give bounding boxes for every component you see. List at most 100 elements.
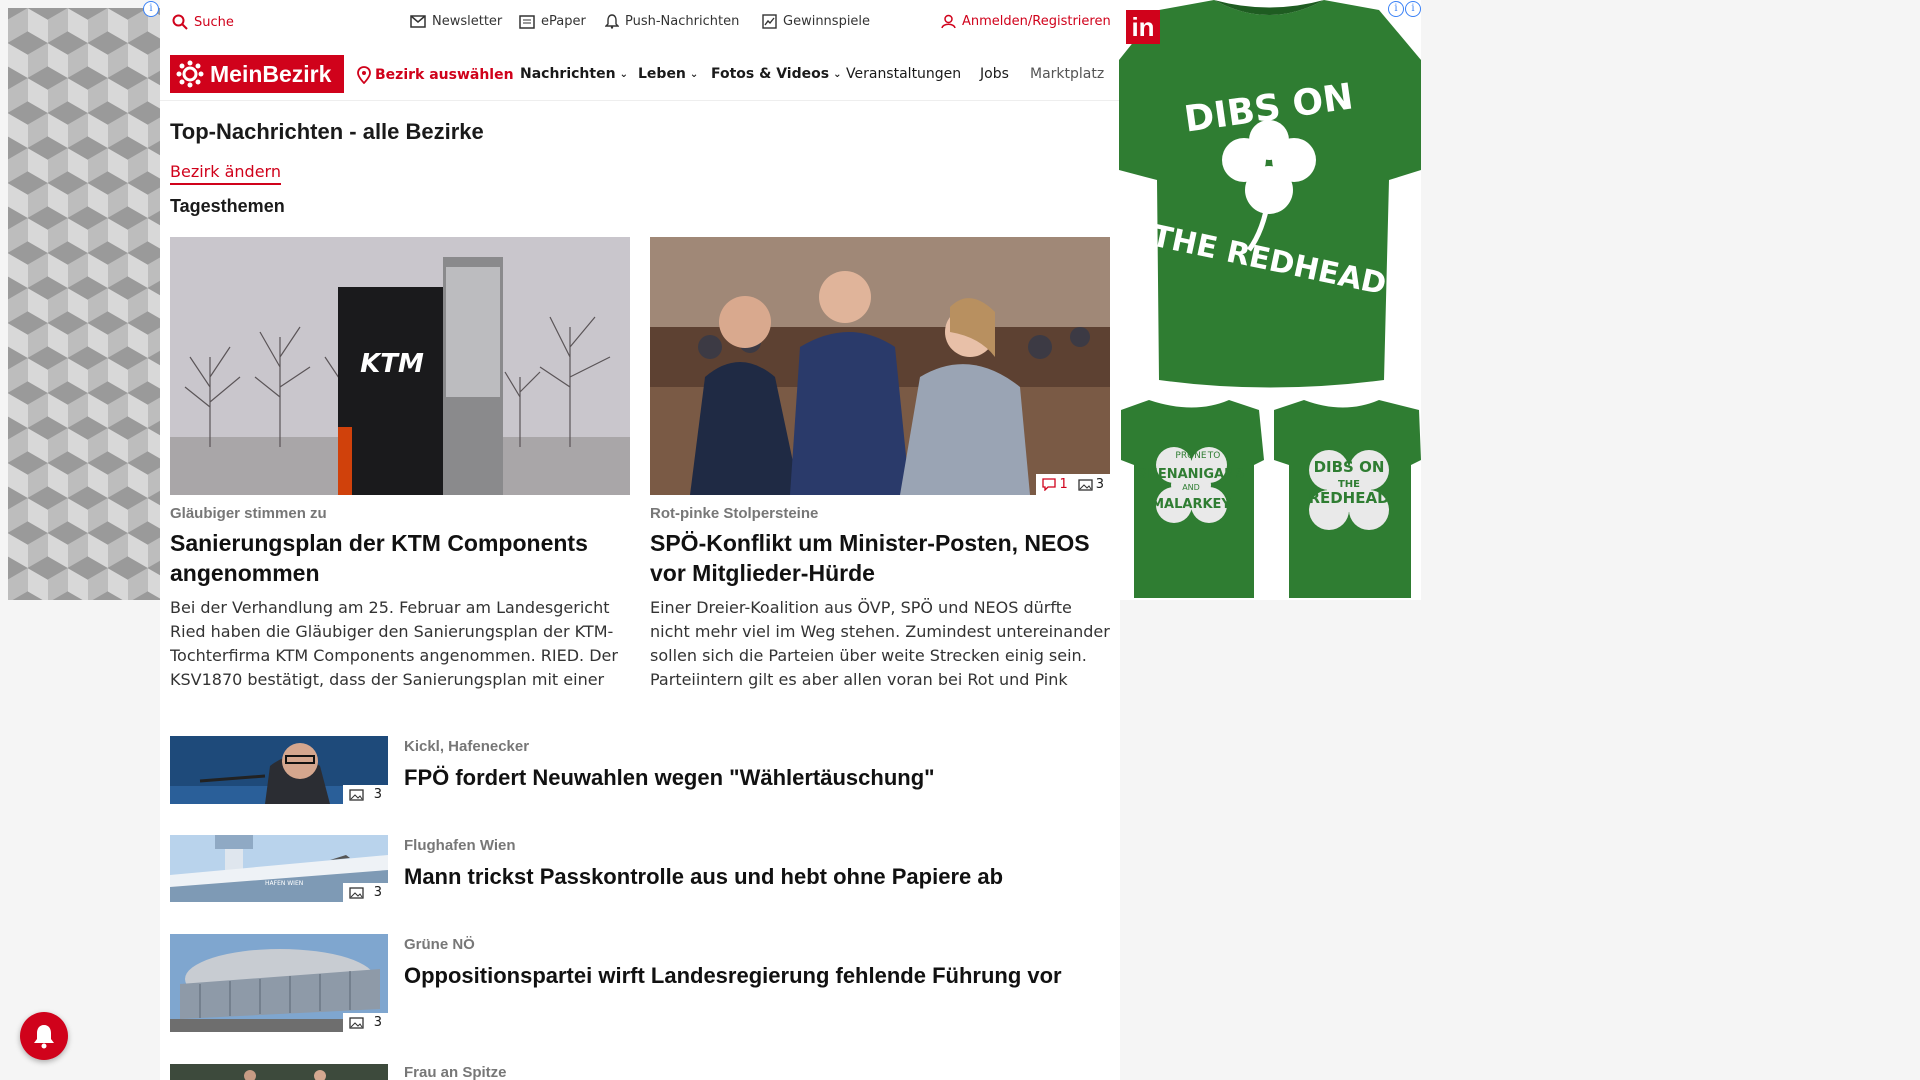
page-title: Top-Nachrichten - alle Bezirke: [170, 119, 484, 144]
article-image-ktm[interactable]: KTM: [170, 237, 630, 495]
newsletter-label: Newsletter: [432, 14, 503, 29]
left-skyscraper-ad[interactable]: [8, 8, 160, 600]
media-badge: 3: [342, 1013, 388, 1032]
nav-label-fotos-videos: Fotos & Videos: [711, 66, 830, 82]
logo-text: MeinBezirk: [210, 60, 332, 87]
list-kicker: Frau an Spitze: [404, 1064, 507, 1080]
article-title[interactable]: Sanierungsplan der KTM Components angeno…: [170, 528, 630, 588]
list-title[interactable]: FPÖ fordert Neuwahlen wegen "Wählertäusc…: [404, 762, 1104, 793]
newspaper-icon: [519, 14, 535, 29]
list-thumbnail[interactable]: 3: [170, 736, 388, 804]
list-item[interactable]: 3 Grüne NÖ Oppositionspartei wirft Lande…: [170, 934, 1110, 1032]
nav-item-veranstaltungen[interactable]: Veranstaltungen: [846, 66, 961, 82]
nav-label-nachrichten: Nachrichten: [520, 66, 616, 82]
gallery-icon: [1078, 478, 1093, 491]
nav-item-nachrichten[interactable]: Nachrichten ⌄: [520, 66, 628, 82]
article-kicker: Gläubiger stimmen zu: [170, 505, 327, 522]
nav-label-marktplatz: Marktplatz: [1030, 66, 1105, 82]
right-ad-banner[interactable]: DIBS ON THE REDHEAD PRONE TO SHENANIGANS…: [1119, 0, 1421, 600]
article-card[interactable]: KTM Gläubiger stimmen zu Sanierungsplan …: [170, 237, 630, 692]
ktm-sign-text: KTM: [360, 349, 424, 379]
list-item[interactable]: Frau an Spitze: [170, 1064, 1110, 1080]
list-kicker: Flughafen Wien: [404, 837, 516, 854]
login-link[interactable]: Anmelden/Registrieren: [941, 14, 1111, 29]
push-label: Push-Nachrichten: [625, 14, 740, 29]
ad-shirt2-line: AND: [1182, 483, 1200, 492]
nav-item-marktplatz[interactable]: Marktplatz: [1030, 66, 1114, 82]
user-icon: [941, 14, 956, 29]
photos-value: 3: [1095, 477, 1104, 492]
gallery-icon: [349, 1016, 364, 1029]
comment-icon: [1042, 478, 1057, 491]
list-kicker: Kickl, Hafenecker: [404, 738, 530, 755]
list-thumbnail[interactable]: HAFEN WIEN 3: [170, 835, 388, 902]
section-heading: Tagesthemen: [170, 196, 285, 216]
search-link[interactable]: Suche: [172, 14, 234, 30]
photos-count: 3: [1078, 477, 1104, 492]
comments-count: 1: [1042, 477, 1068, 492]
article-teaser: Bei der Verhandlung am 25. Februar am La…: [170, 598, 618, 689]
nav-item-jobs[interactable]: Jobs: [980, 66, 1009, 82]
article-teaser: Einer Dreier-Koalition aus ÖVP, SPÖ und …: [650, 598, 1110, 689]
ad-choices-icon[interactable]: i: [1388, 1, 1404, 17]
chevron-down-icon: ⌄: [619, 68, 628, 80]
main-page: Suche Newsletter ePaper Push-Nachrichten…: [160, 0, 1120, 1080]
article-image-parliament[interactable]: 1 3: [650, 237, 1110, 495]
ad-shirt2-line: PRONE: [1175, 451, 1206, 461]
ad-info-icon[interactable]: i: [143, 1, 159, 17]
search-icon: [172, 14, 188, 30]
search-label: Suche: [194, 14, 234, 30]
ad-shirt2-line: TO: [1207, 451, 1221, 461]
mail-icon: [410, 15, 426, 28]
notification-bell-button[interactable]: [20, 1012, 68, 1060]
chevron-down-icon: ⌄: [833, 68, 842, 80]
comments-value: 1: [1059, 477, 1068, 492]
ad-brand-logo[interactable]: in: [1126, 10, 1160, 44]
bell-icon: [605, 14, 619, 29]
media-badge: 3: [342, 785, 388, 804]
contests-label: Gewinnspiele: [783, 14, 871, 29]
epaper-link[interactable]: ePaper: [519, 14, 586, 29]
list-item[interactable]: 3 Kickl, Hafenecker FPÖ fordert Neuwahle…: [170, 736, 1110, 804]
contests-link[interactable]: Gewinnspiele: [762, 14, 870, 29]
article-kicker: Rot-pinke Stolpersteine: [650, 505, 819, 522]
ad-shirt2-line: MALARKEY: [1151, 497, 1231, 512]
article-title[interactable]: SPÖ-Konflikt um Minister-Posten, NEOS vo…: [650, 528, 1110, 588]
bell-icon: [34, 1025, 54, 1049]
list-thumbnail[interactable]: 3: [170, 934, 388, 1032]
list-title[interactable]: Mann trickst Passkontrolle aus und hebt …: [404, 861, 1104, 892]
push-link[interactable]: Push-Nachrichten: [605, 14, 739, 29]
nav-item-fotos-videos[interactable]: Fotos & Videos ⌄: [711, 66, 841, 82]
ad-shirt2-line: SHENANIGANS: [1138, 467, 1245, 482]
district-selector-label: Bezirk auswählen: [375, 67, 514, 83]
photos-value: 3: [373, 1015, 382, 1030]
article-card[interactable]: 1 3 Rot-pinke Stolpersteine SPÖ-Konflikt…: [650, 237, 1110, 692]
tshirt-ad-image: DIBS ON THE REDHEAD PRONE TO SHENANIGANS…: [1119, 0, 1421, 600]
gallery-icon: [349, 788, 364, 801]
ad-info-icon[interactable]: i: [1405, 1, 1421, 17]
change-district-link[interactable]: Bezirk ändern: [170, 162, 281, 185]
epaper-label: ePaper: [541, 14, 586, 29]
district-selector[interactable]: Bezirk auswählen: [357, 66, 514, 84]
parliament-photo: [650, 237, 1110, 495]
login-label: Anmelden/Registrieren: [962, 14, 1111, 29]
gallery-icon: [349, 886, 364, 899]
list-item[interactable]: HAFEN WIEN 3 Flughafen Wien Mann trickst…: [170, 835, 1110, 902]
meinbezirk-logo[interactable]: MeinBezirk: [170, 55, 344, 93]
list-kicker: Grüne NÖ: [404, 936, 475, 953]
airport-sign-text: HAFEN WIEN: [265, 880, 303, 887]
location-pin-icon: [357, 66, 371, 84]
media-badge: 1 3: [1036, 474, 1110, 495]
media-badge: 3: [342, 883, 388, 902]
ad-shirt3-line: DIBS ON: [1314, 458, 1385, 476]
utility-bar: Suche Newsletter ePaper Push-Nachrichten…: [160, 0, 1120, 46]
ad-shirt3-line: REDHEAD: [1308, 489, 1389, 507]
nav-item-leben[interactable]: Leben ⌄: [638, 66, 698, 82]
gift-icon: [762, 14, 777, 29]
newsletter-link[interactable]: Newsletter: [410, 14, 502, 29]
nav-label-jobs: Jobs: [980, 66, 1009, 82]
article-photo: [170, 1064, 388, 1080]
list-thumbnail[interactable]: [170, 1064, 388, 1080]
list-title[interactable]: Oppositionspartei wirft Landesregierung …: [404, 960, 1104, 991]
photos-value: 3: [373, 885, 382, 900]
